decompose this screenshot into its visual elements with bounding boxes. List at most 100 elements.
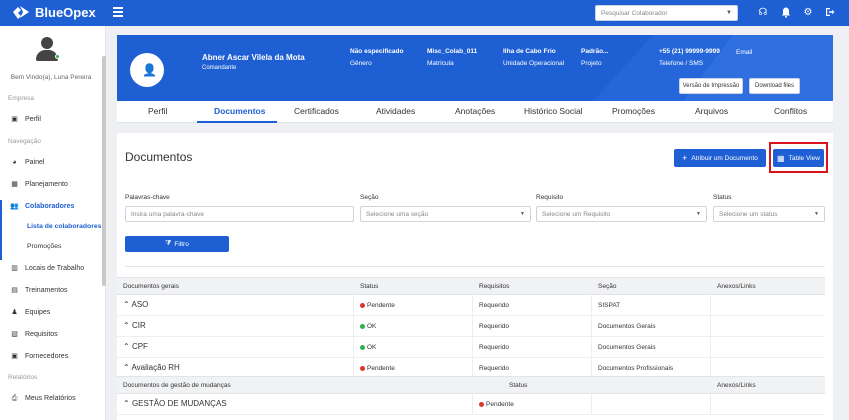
sidebar: Bem Vindo(a), Luna Pereira Empresa ▣ Per… xyxy=(0,26,106,420)
section-cell: Documentos Gerais xyxy=(598,344,656,351)
chevron-down-icon: ▼ xyxy=(726,10,732,16)
briefcase-icon: ▣ xyxy=(11,116,18,123)
sidebar-item-label: Locais de Trabalho xyxy=(25,265,85,272)
gender-label: Gênero xyxy=(350,60,372,67)
assign-document-label: Atribuir um Documento xyxy=(691,154,758,162)
profile-role: Comandante xyxy=(202,65,237,71)
registration-label: Matrícula xyxy=(427,60,454,67)
keywords-input[interactable]: Insira uma palavra-chave xyxy=(125,206,354,222)
sidebar-item-colaboradores[interactable]: 👥 Colaboradores xyxy=(10,202,74,211)
requirement-select[interactable]: Selecione um Requisito ▼ xyxy=(536,206,707,222)
section-cell: Documentos Profissionais xyxy=(598,365,674,372)
sidebar-item-equipes[interactable]: ♟ Equipes xyxy=(10,308,50,317)
column-header: Documentos de gestão de mudanças xyxy=(123,382,231,389)
document-name-text: Avaliação RH xyxy=(131,363,180,372)
tab-conflitos[interactable]: Conflitos xyxy=(774,106,807,116)
status-badge: Pendente xyxy=(360,365,395,372)
sidebar-item-meus-relatorios[interactable]: ⎙ Meus Relatórios xyxy=(10,394,76,403)
tab-arquivos[interactable]: Arquivos xyxy=(695,106,728,116)
change-management-header: Documentos de gestão de mudanças Status … xyxy=(117,376,825,394)
search-collaborator-select[interactable]: Pesquisar Colaborador ▼ xyxy=(595,5,738,21)
status-text: Pendente xyxy=(367,302,395,309)
column-header: Status xyxy=(509,382,528,389)
logout-icon[interactable] xyxy=(824,7,836,19)
tab-promocoes[interactable]: Promoções xyxy=(612,106,655,116)
status-text: Pendente xyxy=(486,401,514,408)
chevron-up-icon: ⌃ xyxy=(123,342,130,351)
menu-toggle-icon[interactable] xyxy=(113,7,123,17)
gender-value: Não especificado xyxy=(350,48,404,55)
document-name[interactable]: ⌃ ASO xyxy=(123,300,148,309)
section-cell: SISPAT xyxy=(598,302,621,309)
download-files-button[interactable]: Download files xyxy=(749,78,800,94)
registration-value: Misc_Colab_011 xyxy=(427,48,478,55)
section-navegacao: Navegação xyxy=(8,138,41,145)
filter-button[interactable]: ⧩ Filtro xyxy=(125,236,229,252)
divider xyxy=(125,266,825,267)
email-value: Email xyxy=(736,49,753,56)
sidebar-item-label: Colaboradores xyxy=(25,203,75,210)
tab-perfil[interactable]: Perfil xyxy=(148,106,167,116)
print-version-button[interactable]: Versão de Impressão xyxy=(679,78,743,94)
table-row[interactable]: ⌃ ASO Pendente Requerido SISPAT xyxy=(117,295,825,316)
requirement-cell: Requerido xyxy=(479,365,509,372)
bell-icon[interactable] xyxy=(780,7,792,19)
sidebar-scrollbar[interactable] xyxy=(102,56,106,286)
document-name[interactable]: ⌃ CIR xyxy=(123,321,146,330)
table-row[interactable]: ⌃ CPF OK Requerido Documentos Gerais xyxy=(117,337,825,358)
status-select[interactable]: Selecione um status ▼ xyxy=(713,206,825,222)
tab-historico-social[interactable]: Histórico Social xyxy=(524,106,583,116)
sidebar-subitem-lista[interactable]: Lista de colaboradores xyxy=(27,223,101,230)
document-name[interactable]: ⌃ CPF xyxy=(123,342,148,351)
sidebar-item-requisitos[interactable]: ▧ Requisitos xyxy=(10,330,58,339)
documents-card: Documentos + Atribuir um Documento ▦ Tab… xyxy=(117,133,833,420)
table-view-button[interactable]: ▦ Table View xyxy=(773,149,824,167)
tab-atividades[interactable]: Atividades xyxy=(376,106,415,116)
requirement-label: Requisito xyxy=(536,194,564,201)
sidebar-subitem-promocoes[interactable]: Promoções xyxy=(27,243,61,250)
printer-icon: ⎙ xyxy=(11,395,18,402)
chevron-down-icon: ▼ xyxy=(520,211,525,217)
sidebar-item-fornecedores[interactable]: ▣ Fornecedores xyxy=(10,352,68,361)
sidebar-item-treinamentos[interactable]: ▤ Treinamentos xyxy=(10,286,67,295)
column-header: Requisitos xyxy=(479,283,510,290)
app-logo[interactable]: BlueOpex xyxy=(12,4,96,20)
assign-document-button[interactable]: + Atribuir um Documento xyxy=(674,149,766,167)
online-status-icon xyxy=(55,54,60,59)
table-row[interactable]: ⌃ GESTÃO DE MUDANÇAS Pendente xyxy=(117,394,825,415)
status-badge: Pendente xyxy=(360,302,395,309)
table-row[interactable]: ⌃ CIR OK Requerido Documentos Gerais xyxy=(117,316,825,337)
document-name-text: CPF xyxy=(131,342,148,351)
chevron-up-icon: ⌃ xyxy=(123,321,130,330)
section-relatorios: Relatórios xyxy=(8,374,38,381)
headset-icon[interactable]: ☊ xyxy=(757,7,769,19)
profile-avatar: 👤 xyxy=(130,53,164,87)
table-view-label: Table View xyxy=(788,154,820,162)
status-badge: OK xyxy=(360,344,376,351)
document-name-text: CIR xyxy=(131,321,146,330)
column-header: Seção xyxy=(598,283,617,290)
tab-certificados[interactable]: Certificados xyxy=(294,106,339,116)
user-avatar[interactable] xyxy=(34,37,60,63)
sidebar-item-planejamento[interactable]: ▦ Planejamento xyxy=(10,180,68,189)
page-title: Documentos xyxy=(125,150,193,164)
requirement-cell: Requerido xyxy=(479,302,509,309)
document-name[interactable]: ⌃ Avaliação RH xyxy=(123,363,180,372)
active-indicator xyxy=(0,200,2,260)
sidebar-item-label: Equipes xyxy=(25,309,51,316)
gear-icon[interactable]: ⚙ xyxy=(802,7,814,19)
sidebar-item-painel[interactable]: ◕ Painel xyxy=(10,158,44,167)
tab-anotacoes[interactable]: Anotações xyxy=(455,106,495,116)
column-header: Anexos/Links xyxy=(717,283,756,290)
profile-header: 👤 Abner Ascar Vilela da Mota Comandante … xyxy=(117,35,833,101)
tab-documentos[interactable]: Documentos xyxy=(214,106,265,116)
welcome-text: Bem Vindo(a), Luna Pereira xyxy=(10,74,92,81)
sidebar-item-perfil[interactable]: ▣ Perfil xyxy=(10,115,41,124)
section-select[interactable]: Selecione uma seção ▼ xyxy=(360,206,531,222)
column-header: Status xyxy=(360,283,379,290)
sidebar-item-locais[interactable]: ▥ Locais de Trabalho xyxy=(10,264,84,273)
status-label: Status xyxy=(713,194,732,201)
clipboard-icon: ▧ xyxy=(11,331,18,338)
column-header: Anexos/Links xyxy=(717,382,756,389)
document-name[interactable]: ⌃ GESTÃO DE MUDANÇAS xyxy=(123,399,227,408)
